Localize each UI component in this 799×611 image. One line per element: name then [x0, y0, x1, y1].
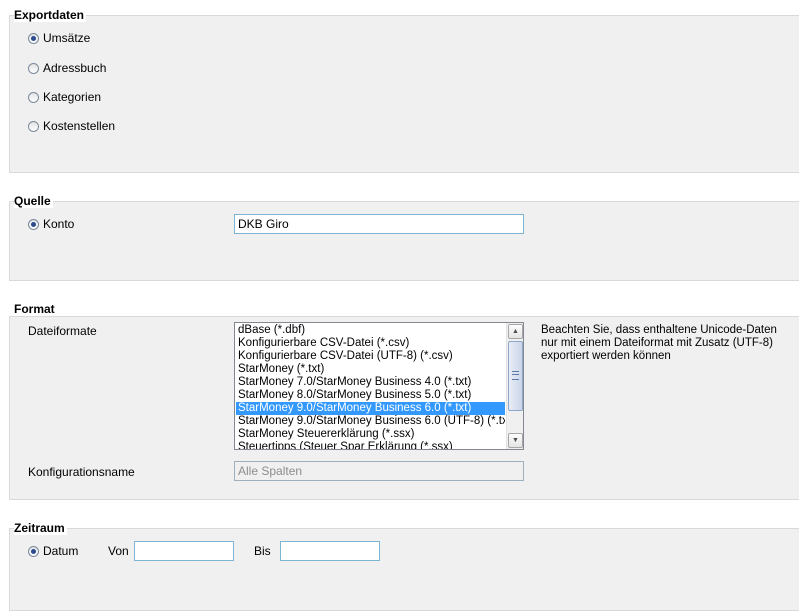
- radio-kategorien-label: Kategorien: [43, 90, 102, 104]
- radio-kostenstellen[interactable]: Kostenstellen: [28, 119, 115, 133]
- dateiformate-items: dBase (*.dbf) Konfigurierbare CSV-Datei …: [236, 324, 505, 449]
- konto-input[interactable]: [234, 214, 524, 234]
- quelle-legend: Quelle: [14, 194, 53, 208]
- radio-datum-label: Datum: [43, 544, 79, 558]
- grip-icon: [512, 371, 519, 380]
- radio-konto-indicator[interactable]: [28, 218, 39, 230]
- list-item-selected[interactable]: StarMoney 9.0/StarMoney Business 6.0 (*.…: [236, 402, 505, 415]
- exportdaten-group: [9, 15, 799, 173]
- von-date-input[interactable]: [134, 541, 234, 561]
- zeitraum-group: [9, 528, 799, 611]
- radio-datum-indicator[interactable]: [28, 545, 39, 557]
- list-item[interactable]: Steuertipps (Steuer Spar Erklärung (*.ss…: [236, 441, 505, 449]
- konfigurationsname-input[interactable]: [234, 461, 524, 481]
- radio-konto-label: Konto: [43, 217, 75, 231]
- radio-umsaetze-indicator[interactable]: [28, 32, 39, 44]
- list-item[interactable]: Konfigurierbare CSV-Datei (UTF-8) (*.csv…: [236, 350, 505, 363]
- scroll-up-arrow-icon[interactable]: ▲: [508, 324, 523, 339]
- zeitraum-legend: Zeitraum: [14, 521, 67, 535]
- radio-konto[interactable]: Konto: [28, 217, 74, 231]
- radio-adressbuch[interactable]: Adressbuch: [28, 61, 106, 75]
- exportdaten-legend: Exportdaten: [14, 8, 87, 22]
- radio-kategorien-indicator[interactable]: [28, 91, 39, 103]
- radio-umsaetze-label: Umsätze: [43, 31, 91, 45]
- radio-datum[interactable]: Datum: [28, 544, 78, 558]
- list-item[interactable]: StarMoney Steuererklärung (*.ssx): [236, 428, 505, 441]
- radio-kostenstellen-label: Kostenstellen: [43, 119, 116, 133]
- quelle-group: [9, 201, 799, 281]
- radio-adressbuch-label: Adressbuch: [43, 61, 107, 75]
- bis-label: Bis: [254, 544, 271, 558]
- list-item[interactable]: StarMoney 7.0/StarMoney Business 4.0 (*.…: [236, 376, 505, 389]
- list-item[interactable]: dBase (*.dbf): [236, 324, 505, 337]
- scroll-thumb[interactable]: [508, 341, 523, 411]
- radio-kategorien[interactable]: Kategorien: [28, 90, 101, 104]
- bis-date-input[interactable]: [280, 541, 380, 561]
- scroll-down-arrow-icon[interactable]: ▼: [508, 433, 523, 448]
- list-item[interactable]: Konfigurierbare CSV-Datei (*.csv): [236, 337, 505, 350]
- list-item[interactable]: StarMoney 8.0/StarMoney Business 5.0 (*.…: [236, 389, 505, 402]
- list-item[interactable]: StarMoney (*.txt): [236, 363, 505, 376]
- format-legend: Format: [14, 302, 57, 316]
- dateiformate-label: Dateiformate: [28, 324, 97, 338]
- list-item[interactable]: StarMoney 9.0/StarMoney Business 6.0 (UT…: [236, 415, 505, 428]
- konfigurationsname-label: Konfigurationsname: [28, 465, 135, 479]
- radio-umsaetze[interactable]: Umsätze: [28, 31, 90, 45]
- dateiformate-listbox[interactable]: dBase (*.dbf) Konfigurierbare CSV-Datei …: [234, 322, 524, 450]
- radio-kostenstellen-indicator[interactable]: [28, 120, 39, 132]
- von-label: Von: [108, 544, 129, 558]
- listbox-scrollbar[interactable]: ▲ ▼: [506, 323, 523, 449]
- unicode-note: Beachten Sie, dass enthaltene Unicode-Da…: [541, 324, 777, 362]
- radio-adressbuch-indicator[interactable]: [28, 62, 39, 74]
